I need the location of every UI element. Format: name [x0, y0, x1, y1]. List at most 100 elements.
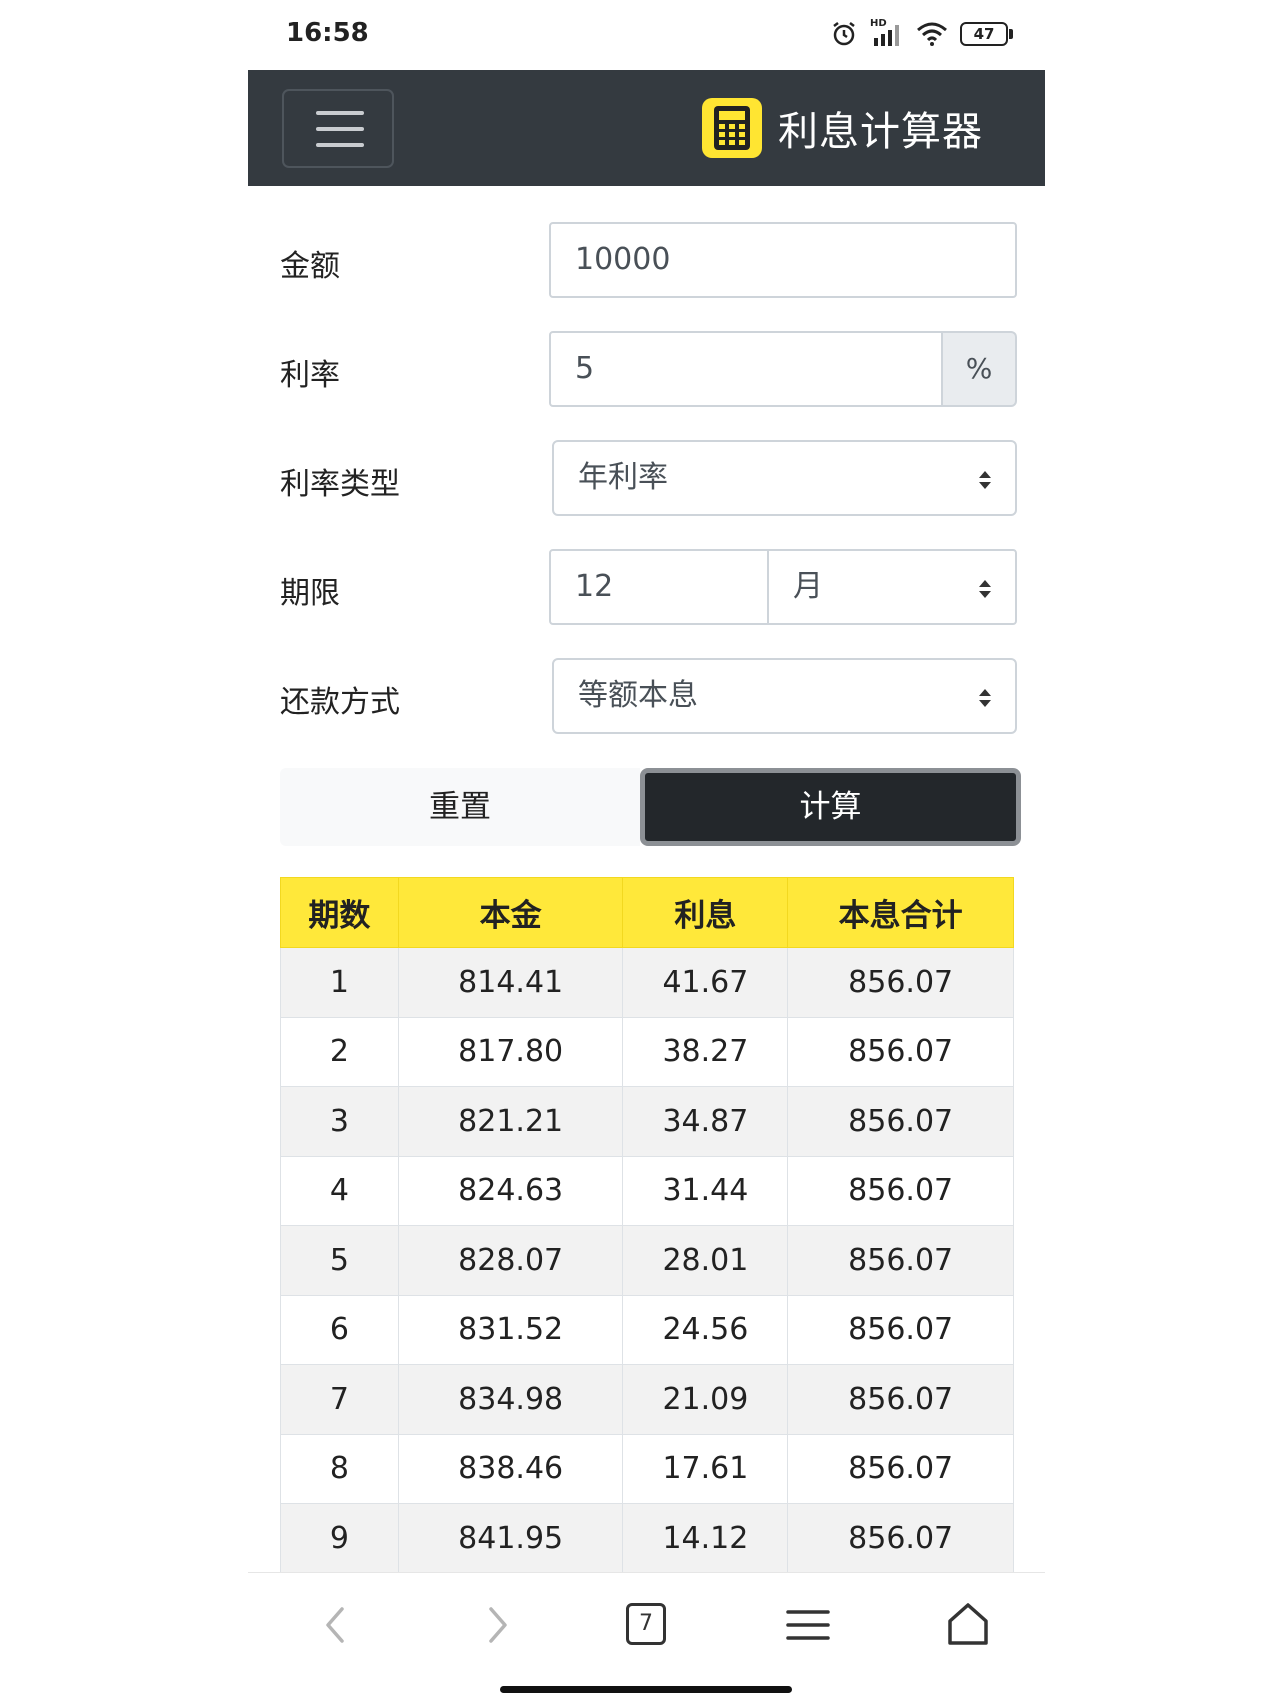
table-row: 5 828.07 28.01 856.07	[280, 1225, 1014, 1296]
chevron-right-icon	[489, 1607, 507, 1643]
table-cell: 856.07	[787, 1433, 1014, 1504]
rate-type-value: 年利率	[578, 460, 668, 495]
status-bar: 16:58 HD 47	[0, 0, 1280, 70]
term-row: 期限 12 月	[248, 549, 1045, 625]
table-header: 利息	[622, 877, 789, 948]
table-row: 9 841.95 14.12 856.07	[280, 1503, 1014, 1574]
reset-button[interactable]: 重置	[280, 768, 640, 846]
term-unit-select[interactable]: 月	[767, 549, 1017, 625]
term-input[interactable]: 12	[549, 549, 769, 625]
table-cell: 831.52	[397, 1294, 624, 1365]
rate-label: 利率	[280, 358, 340, 393]
table-cell: 824.63	[397, 1155, 624, 1226]
table-header-row: 期数 本金 利息 本息合计	[280, 877, 1014, 948]
table-row: 4 824.63 31.44 856.07	[280, 1155, 1014, 1226]
repayment-label: 还款方式	[280, 685, 400, 720]
menu-button[interactable]	[778, 1595, 838, 1655]
table-cell: 2	[280, 1016, 399, 1087]
home-icon	[948, 1603, 988, 1645]
battery-level: 47	[973, 25, 995, 43]
battery-icon: 47	[960, 22, 1013, 46]
home-button[interactable]	[938, 1595, 998, 1655]
amount-row: 金额 10000	[248, 222, 1045, 298]
calculator-icon	[702, 98, 762, 158]
table-row: 6 831.52 24.56 856.07	[280, 1294, 1014, 1365]
term-unit-value: 月	[793, 569, 823, 604]
select-arrows-icon	[979, 471, 991, 489]
navbar: 利息计算器	[248, 70, 1045, 186]
chevron-left-icon	[326, 1607, 344, 1643]
table-cell: 6	[280, 1294, 399, 1365]
hamburger-menu-icon	[316, 111, 364, 115]
table-cell: 856.07	[787, 1364, 1014, 1435]
table-row: 8 838.46 17.61 856.07	[280, 1433, 1014, 1504]
table-cell: 856.07	[787, 947, 1014, 1018]
table-cell: 17.61	[622, 1433, 789, 1504]
table-cell: 41.67	[622, 947, 789, 1018]
alarm-icon	[833, 22, 855, 46]
forward-button[interactable]	[467, 1595, 527, 1655]
repayment-row: 还款方式 等额本息	[248, 658, 1045, 734]
table-cell: 24.56	[622, 1294, 789, 1365]
table-cell: 834.98	[397, 1364, 624, 1435]
table-row: 7 834.98 21.09 856.07	[280, 1364, 1014, 1435]
table-cell: 9	[280, 1503, 399, 1574]
table-cell: 21.09	[622, 1364, 789, 1435]
table-cell: 817.80	[397, 1016, 624, 1087]
amount-input[interactable]: 10000	[549, 222, 1017, 298]
repayment-value: 等额本息	[578, 678, 698, 713]
table-cell: 31.44	[622, 1155, 789, 1226]
table-cell: 841.95	[397, 1503, 624, 1574]
rate-type-row: 利率类型 年利率	[248, 440, 1045, 516]
table-cell: 8	[280, 1433, 399, 1504]
table-header: 本息合计	[787, 877, 1014, 948]
amount-label: 金额	[280, 249, 340, 284]
table-header: 期数	[280, 877, 399, 948]
tabs-button[interactable]: 7	[626, 1603, 668, 1647]
tab-count-icon: 7	[626, 1603, 666, 1645]
table-row: 1 814.41 41.67 856.07	[280, 947, 1014, 1018]
rate-type-label: 利率类型	[280, 467, 400, 502]
table-cell: 5	[280, 1225, 399, 1296]
term-label: 期限	[280, 576, 340, 611]
hamburger-menu-button[interactable]	[282, 89, 394, 168]
rate-type-select[interactable]: 年利率	[552, 440, 1017, 516]
page: 16:58 HD 47 利息计算器 金额 10000 利率 5 % 利率类型 年…	[0, 0, 1280, 1706]
table-cell: 856.07	[787, 1086, 1014, 1157]
table-cell: 821.21	[397, 1086, 624, 1157]
table-cell: 856.07	[787, 1294, 1014, 1365]
table-cell: 856.07	[787, 1225, 1014, 1296]
table-cell: 34.87	[622, 1086, 789, 1157]
table-cell: 856.07	[787, 1016, 1014, 1087]
app-title: 利息计算器	[778, 109, 983, 155]
table-cell: 828.07	[397, 1225, 624, 1296]
menu-lines-icon	[786, 1610, 830, 1640]
action-buttons: 重置 计算	[280, 768, 1021, 846]
table-cell: 3	[280, 1086, 399, 1157]
wifi-icon	[917, 22, 947, 46]
brand: 利息计算器	[702, 98, 983, 158]
table-cell: 838.46	[397, 1433, 624, 1504]
cell-signal-icon: HD	[870, 18, 904, 48]
table-row: 3 821.21 34.87 856.07	[280, 1086, 1014, 1157]
select-arrows-icon	[979, 689, 991, 707]
rate-input[interactable]: 5	[549, 331, 943, 407]
calculate-button[interactable]: 计算	[640, 768, 1021, 846]
browser-bottom-nav: 7	[248, 1572, 1045, 1682]
percent-addon: %	[943, 331, 1017, 407]
table-cell: 28.01	[622, 1225, 789, 1296]
status-icons: HD 47	[830, 18, 1013, 48]
table-cell: 856.07	[787, 1155, 1014, 1226]
table-cell: 38.27	[622, 1016, 789, 1087]
status-time: 16:58	[286, 18, 369, 48]
table-cell: 7	[280, 1364, 399, 1435]
rate-row: 利率 5 %	[248, 331, 1045, 407]
table-row: 2 817.80 38.27 856.07	[280, 1016, 1014, 1087]
table-header: 本金	[397, 877, 624, 948]
repayment-select[interactable]: 等额本息	[552, 658, 1017, 734]
table-cell: 14.12	[622, 1503, 789, 1574]
table-cell: 1	[280, 947, 399, 1018]
home-indicator[interactable]	[500, 1686, 792, 1693]
table-cell: 814.41	[397, 947, 624, 1018]
back-button[interactable]	[306, 1595, 366, 1655]
